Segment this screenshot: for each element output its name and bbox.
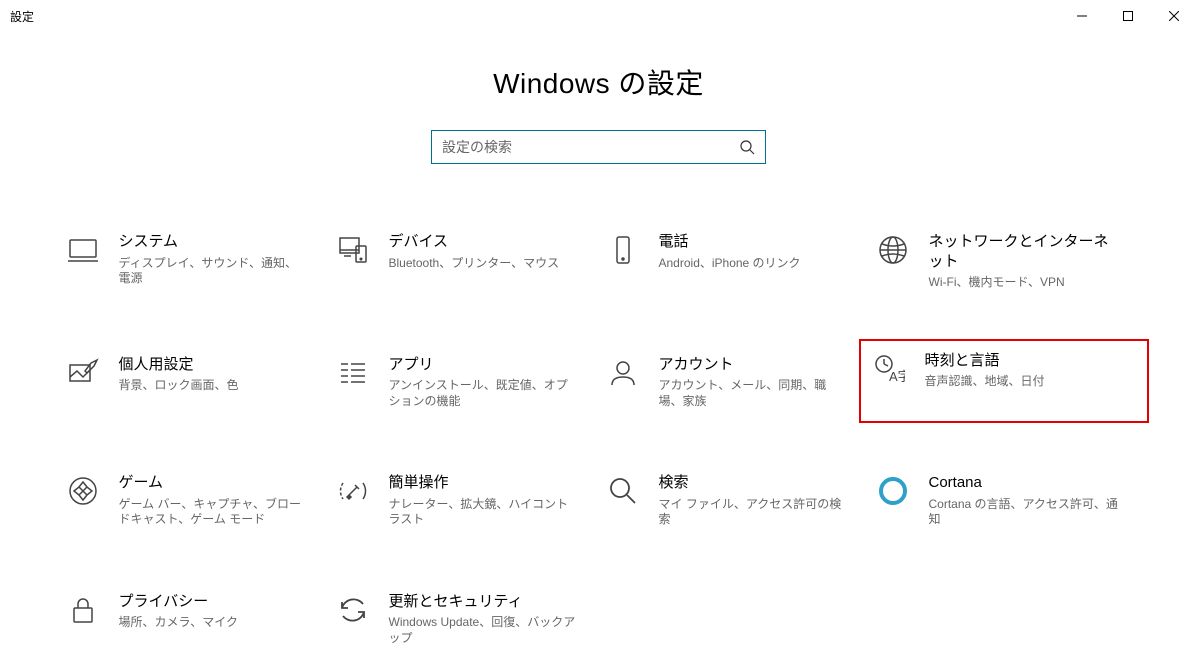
tile-system[interactable]: システムディスプレイ、サウンド、通知、電源 bbox=[59, 226, 329, 295]
search-cat-icon bbox=[603, 471, 643, 511]
gaming-icon bbox=[63, 471, 103, 511]
tile-ease-of-access[interactable]: 簡単操作ナレーター、拡大鏡、ハイコントラスト bbox=[329, 467, 599, 532]
tile-desc: Android、iPhone のリンク bbox=[659, 256, 801, 272]
tile-phone[interactable]: 電話 Android、iPhone のリンク bbox=[599, 226, 869, 295]
time-language-icon: A字 bbox=[869, 349, 909, 389]
tile-title: 個人用設定 bbox=[119, 355, 239, 375]
titlebar: 設定 bbox=[0, 0, 1197, 32]
tile-title: プライバシー bbox=[119, 592, 239, 612]
tile-title: 更新とセキュリティ bbox=[389, 592, 579, 612]
tile-title: ネットワークとインターネット bbox=[929, 232, 1119, 271]
tile-update-security[interactable]: 更新とセキュリティ Windows Update、回復、バックアップ bbox=[329, 586, 599, 651]
update-icon bbox=[333, 590, 373, 630]
tile-desc: Wi-Fi、機内モード、VPN bbox=[929, 275, 1119, 291]
tile-desc: ナレーター、拡大鏡、ハイコントラスト bbox=[389, 497, 579, 528]
page-title: Windows の設定 bbox=[0, 62, 1197, 102]
tile-desc: 背景、ロック画面、色 bbox=[119, 378, 239, 394]
maximize-button[interactable] bbox=[1105, 0, 1151, 32]
tile-desc: 場所、カメラ、マイク bbox=[119, 615, 239, 631]
tile-title: システム bbox=[119, 232, 309, 252]
search-input[interactable] bbox=[442, 139, 739, 155]
tile-privacy[interactable]: プライバシー場所、カメラ、マイク bbox=[59, 586, 329, 651]
network-icon bbox=[873, 230, 913, 270]
tile-title: ゲーム bbox=[119, 473, 309, 493]
tile-title: 簡単操作 bbox=[389, 473, 579, 493]
tile-devices[interactable]: デバイス Bluetooth、プリンター、マウス bbox=[329, 226, 599, 295]
personalization-icon bbox=[63, 353, 103, 393]
tile-title: 電話 bbox=[659, 232, 801, 252]
tile-title: アプリ bbox=[389, 355, 579, 375]
tile-personalization[interactable]: 個人用設定背景、ロック画面、色 bbox=[59, 349, 329, 414]
tile-title: Cortana bbox=[929, 473, 1119, 493]
settings-grid: システムディスプレイ、サウンド、通知、電源 デバイス Bluetooth、プリンタ… bbox=[59, 226, 1139, 651]
tile-desc: 音声認識、地域、日付 bbox=[925, 374, 1045, 390]
devices-icon bbox=[333, 230, 373, 270]
tile-desc: アカウント、メール、同期、職場、家族 bbox=[659, 378, 849, 409]
tile-desc: マイ ファイル、アクセス許可の検索 bbox=[659, 497, 849, 528]
tile-desc: アンインストール、既定値、オプションの機能 bbox=[389, 378, 579, 409]
window-title: 設定 bbox=[10, 8, 34, 25]
tile-title: アカウント bbox=[659, 355, 849, 375]
svg-text:A字: A字 bbox=[889, 369, 905, 384]
accounts-icon bbox=[603, 353, 643, 393]
ease-of-access-icon bbox=[333, 471, 373, 511]
tile-time-language[interactable]: A字 時刻と言語音声認識、地域、日付 bbox=[865, 345, 1143, 418]
search-box[interactable] bbox=[431, 130, 766, 164]
tile-desc: ゲーム バー、キャプチャ、ブロードキャスト、ゲーム モード bbox=[119, 497, 309, 528]
tile-desc: Windows Update、回復、バックアップ bbox=[389, 615, 579, 646]
tile-network[interactable]: ネットワークとインターネット Wi-Fi、機内モード、VPN bbox=[869, 226, 1139, 295]
window-controls bbox=[1059, 0, 1197, 32]
tile-desc: Cortana の言語、アクセス許可、通知 bbox=[929, 497, 1119, 528]
privacy-icon bbox=[63, 590, 103, 630]
cortana-icon bbox=[873, 471, 913, 511]
tile-desc: ディスプレイ、サウンド、通知、電源 bbox=[119, 256, 309, 287]
tile-title: デバイス bbox=[389, 232, 560, 252]
tile-title: 時刻と言語 bbox=[925, 351, 1045, 371]
apps-icon bbox=[333, 353, 373, 393]
search-icon bbox=[739, 139, 755, 155]
search-wrap bbox=[0, 130, 1197, 164]
tile-apps[interactable]: アプリアンインストール、既定値、オプションの機能 bbox=[329, 349, 599, 414]
close-button[interactable] bbox=[1151, 0, 1197, 32]
tile-cortana[interactable]: Cortana Cortana の言語、アクセス許可、通知 bbox=[869, 467, 1139, 532]
tile-accounts[interactable]: アカウントアカウント、メール、同期、職場、家族 bbox=[599, 349, 869, 414]
phone-icon bbox=[603, 230, 643, 270]
tile-search[interactable]: 検索マイ ファイル、アクセス許可の検索 bbox=[599, 467, 869, 532]
tile-desc: Bluetooth、プリンター、マウス bbox=[389, 256, 560, 272]
minimize-button[interactable] bbox=[1059, 0, 1105, 32]
system-icon bbox=[63, 230, 103, 270]
tile-gaming[interactable]: ゲームゲーム バー、キャプチャ、ブロードキャスト、ゲーム モード bbox=[59, 467, 329, 532]
tile-title: 検索 bbox=[659, 473, 849, 493]
